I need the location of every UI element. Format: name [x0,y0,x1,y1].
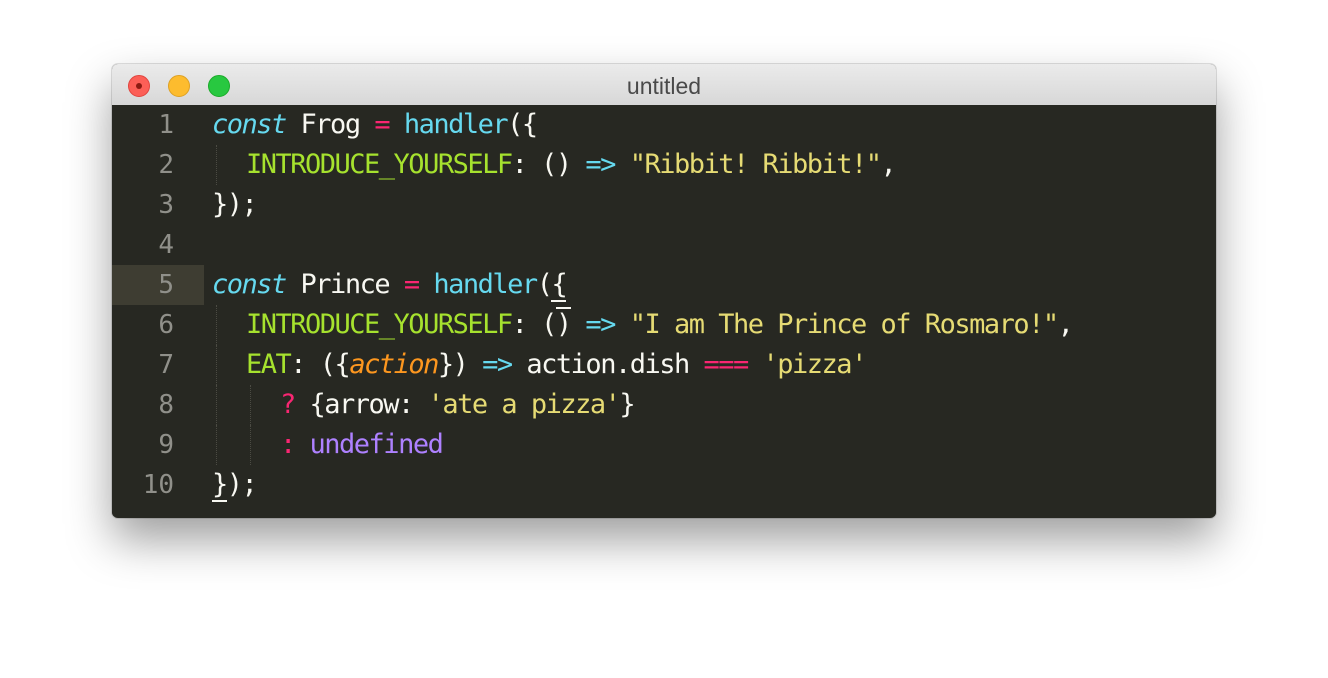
indent-guide [216,145,217,185]
operator-token: : [280,429,296,460]
string-token: "Ribbit! Ribbit!" [629,149,882,180]
line-number: 2 [158,150,174,180]
string-token: 'pizza' [762,349,868,380]
string-token: "I am The Prince of Rosmaro!" [629,309,1059,340]
line-number: 4 [158,230,174,260]
indent-guide [216,385,217,425]
keyword-token: const [212,109,287,140]
indent-guide [250,425,251,465]
keyword-token: const [212,269,287,300]
window-title: untitled [626,73,702,99]
string-token: 'ate a pizza' [427,389,621,420]
code-line[interactable]: 8 ? {arrow: 'ate a pizza'} [112,385,1216,425]
operator-token: === [703,349,749,380]
code-line[interactable]: 1 const Frog = handler({ [112,105,1216,145]
punctuation-token: () [541,149,572,180]
line-code: INTRODUCE_YOURSELF: () => "I am The Prin… [246,305,1074,345]
constant-token: undefined [309,429,444,460]
punctuation-token: : [511,309,542,340]
punctuation-token: ( [541,309,557,340]
line-number: 8 [158,390,174,420]
code-line[interactable]: 3 }); [112,185,1216,225]
editor-window: untitled 1 const Frog = handler({ 2 INTR… [112,64,1216,518]
function-token: handler [403,109,509,140]
line-number: 5 [112,265,204,305]
code-line[interactable]: 2 INTRODUCE_YOURSELF: () => "Ribbit! Rib… [112,145,1216,185]
indent-guide [216,345,217,385]
identifier-token: {arrow: [294,389,428,420]
parameter-token: action [349,349,439,380]
matching-brace-token: { [551,269,568,302]
line-code: INTRODUCE_YOURSELF: () => "Ribbit! Ribbi… [246,145,897,185]
title-bar: untitled [112,64,1216,107]
identifier-token: Frog [300,109,362,140]
punctuation-token: } [619,389,635,420]
identifier-token: action.dish [511,349,704,380]
line-number: 1 [158,110,174,140]
property-token: INTRODUCE_YOURSELF [246,149,513,180]
punctuation-token: , [1057,309,1074,340]
identifier-token: Prince [300,269,391,300]
arrow-token: => [482,349,513,380]
property-token: EAT [246,349,292,380]
punctuation-token: }); [212,189,258,220]
indent-guide [250,385,251,425]
code-editor[interactable]: 1 const Frog = handler({ 2 INTRODUCE_YOU… [112,105,1216,516]
punctuation-token: }) [437,349,483,380]
punctuation-token: ( [536,269,553,300]
line-code: ? {arrow: 'ate a pizza'} [280,385,636,425]
arrow-token: => [585,149,616,180]
text-cursor-token: ) [555,307,572,340]
line-number: 7 [158,350,174,380]
line-code: }); [212,465,258,505]
line-number: 6 [158,310,174,340]
code-line[interactable]: 7 EAT: ({action}) => action.dish === 'pi… [112,345,1216,385]
punctuation-token: : ({ [290,349,351,380]
code-line[interactable]: 10 }); [112,465,1216,505]
operator-token: ? [280,389,296,420]
function-token: handler [433,269,538,300]
line-number: 9 [158,430,174,460]
operator-token: = [403,269,420,300]
punctuation-token: , [880,149,897,180]
line-code: : undefined [280,425,444,465]
arrow-token: => [585,309,616,340]
line-number: 10 [142,470,174,500]
punctuation-token: ({ [507,109,538,140]
code-line-active[interactable]: 5 const Prince = handler({ [112,265,1216,305]
punctuation-token: : [511,149,542,180]
matching-brace-token: } [212,469,228,502]
code-line[interactable]: 6 INTRODUCE_YOURSELF: () => "I am The Pr… [112,305,1216,345]
punctuation-token: ); [226,469,258,500]
line-number: 3 [158,190,174,220]
indent-guide [216,425,217,465]
line-code: const Prince = handler({ [212,265,568,305]
code-line[interactable]: 9 : undefined [112,425,1216,465]
indent-guide [216,305,217,345]
line-code: const Frog = handler({ [212,105,538,145]
property-token: INTRODUCE_YOURSELF [246,309,513,340]
line-code: EAT: ({action}) => action.dish === 'pizz… [246,345,868,385]
code-line[interactable]: 4 [112,225,1216,265]
line-code: }); [212,185,258,225]
operator-token: = [374,109,390,140]
